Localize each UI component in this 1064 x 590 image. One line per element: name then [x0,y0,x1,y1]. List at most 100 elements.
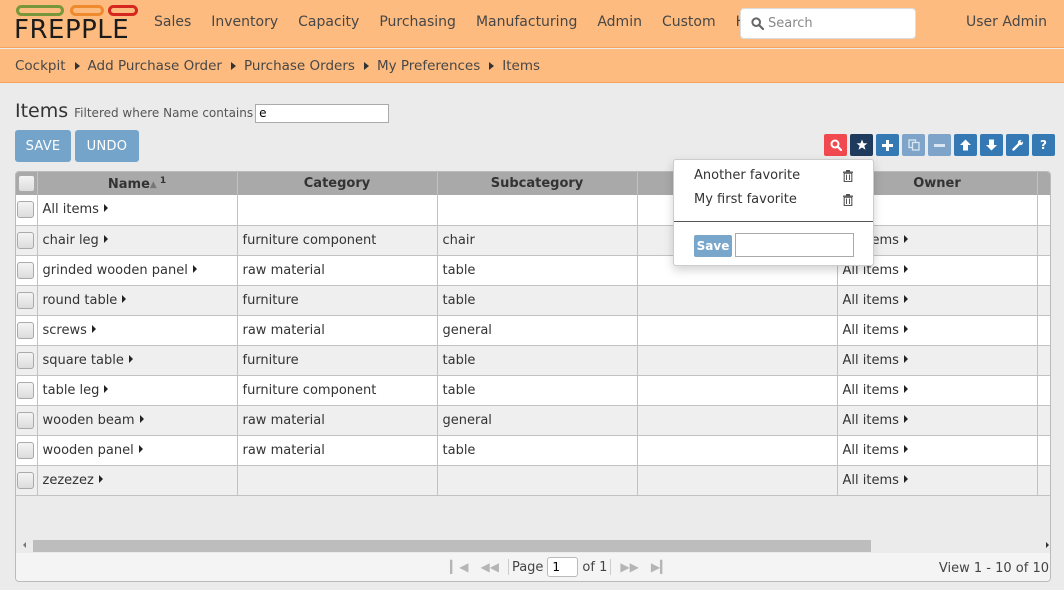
row-checkbox[interactable] [17,201,34,219]
table-row[interactable]: table leg furniture component table All ite… [16,375,1050,406]
cell-hidden-column[interactable] [637,435,838,466]
table-row[interactable]: wooden beam raw material general All items [16,405,1050,436]
column-header-name[interactable]: Name▲︎ 1 [37,172,238,195]
export-button[interactable] [980,134,1003,156]
menu-manufacturing[interactable]: Manufacturing [476,14,577,30]
drilldown-caret-icon[interactable] [903,474,908,483]
cell-extra[interactable] [1037,315,1050,346]
favorites-button[interactable] [850,134,873,156]
cell-extra[interactable] [1037,465,1050,496]
row-checkbox[interactable] [17,471,34,489]
table-row[interactable]: grinded wooden panel raw material table All… [16,255,1050,286]
drilldown-caret-icon[interactable] [903,264,908,273]
row-checkbox[interactable] [17,231,34,249]
drilldown-caret-icon[interactable] [91,324,96,333]
save-button[interactable]: SAVE [15,130,71,162]
cell-owner[interactable]: All items [837,465,1038,496]
row-checkbox[interactable] [17,291,34,309]
cell-extra[interactable] [1037,375,1050,406]
cell-hidden-column[interactable] [637,285,838,316]
cell-name[interactable]: round table [37,285,238,316]
cell-category[interactable] [237,195,438,226]
cell-name[interactable]: chair leg [37,225,238,256]
cell-name[interactable]: screws [37,315,238,346]
cell-owner[interactable]: All items [837,285,1038,316]
next-page-icon[interactable]: ▶▶ [620,560,638,574]
cell-subcategory[interactable]: general [437,315,638,346]
horizontal-scrollbar[interactable] [16,539,1050,553]
cell-owner[interactable]: All items [837,345,1038,376]
row-checkbox[interactable] [17,411,34,429]
cell-category[interactable]: furniture component [237,225,438,256]
menu-purchasing[interactable]: Purchasing [379,14,456,30]
menu-inventory[interactable]: Inventory [211,14,278,30]
cell-owner[interactable]: All items [837,315,1038,346]
drilldown-caret-icon[interactable] [103,234,108,243]
cell-name[interactable]: zezezez [37,465,238,496]
delete-button[interactable] [928,134,951,156]
drilldown-caret-icon[interactable] [192,264,197,273]
filter-search-button[interactable] [824,134,847,156]
cell-extra[interactable] [1037,225,1050,256]
menu-custom[interactable]: Custom [662,14,716,30]
cell-category[interactable]: furniture [237,285,438,316]
cell-name[interactable]: table leg [37,375,238,406]
configure-button[interactable] [1006,134,1029,156]
search-box[interactable] [740,8,916,39]
drilldown-caret-icon[interactable] [122,294,127,303]
cell-hidden-column[interactable] [637,315,838,346]
table-row[interactable]: square table furniture table All items [16,345,1050,376]
cell-owner[interactable]: All items [837,435,1038,466]
menu-admin[interactable]: Admin [597,14,642,30]
scrollbar-thumb[interactable] [33,540,871,552]
cell-category[interactable]: furniture component [237,375,438,406]
cell-subcategory[interactable]: table [437,255,638,286]
drilldown-caret-icon[interactable] [903,444,908,453]
cell-extra[interactable] [1037,195,1050,226]
cell-subcategory[interactable]: table [437,285,638,316]
cell-name[interactable]: All items [37,195,238,226]
drilldown-caret-icon[interactable] [138,444,143,453]
cell-category[interactable]: raw material [237,255,438,286]
breadcrumb-my-preferences[interactable]: My Preferences [377,58,480,74]
drilldown-caret-icon[interactable] [103,204,108,213]
trash-icon[interactable] [843,170,853,183]
scroll-right-icon[interactable] [1046,542,1049,548]
cell-subcategory[interactable]: chair [437,225,638,256]
favorite-item-another-favorite[interactable]: Another favorite [694,168,800,183]
breadcrumb-purchase-orders[interactable]: Purchase Orders [244,58,355,74]
copy-button[interactable] [902,134,925,156]
cell-owner[interactable]: All items [837,375,1038,406]
page-number-input[interactable] [547,557,579,577]
favorite-item-my-first-favorite[interactable]: My first favorite [694,192,797,207]
drilldown-caret-icon[interactable] [139,414,144,423]
cell-subcategory[interactable]: table [437,435,638,466]
menu-sales[interactable]: Sales [154,14,191,30]
row-checkbox[interactable] [17,441,34,459]
add-button[interactable] [876,134,899,156]
breadcrumb-items[interactable]: Items [502,58,540,74]
cell-name[interactable]: wooden beam [37,405,238,436]
import-button[interactable] [954,134,977,156]
first-page-icon[interactable]: ▎◀ [450,560,468,574]
cell-subcategory[interactable] [437,465,638,496]
help-button[interactable]: ? [1032,134,1055,156]
drilldown-caret-icon[interactable] [128,354,133,363]
cell-category[interactable]: raw material [237,315,438,346]
cell-hidden-column[interactable] [637,375,838,406]
cell-subcategory[interactable]: general [437,405,638,436]
cell-name[interactable]: grinded wooden panel [37,255,238,286]
cell-category[interactable]: raw material [237,435,438,466]
cell-category[interactable]: raw material [237,405,438,436]
save-favorite-button[interactable]: Save [694,235,732,257]
table-row[interactable]: screws raw material general All items [16,315,1050,346]
breadcrumb-cockpit[interactable]: Cockpit [15,58,66,74]
favorite-name-input[interactable] [735,233,854,257]
cell-subcategory[interactable] [437,195,638,226]
cell-subcategory[interactable]: table [437,375,638,406]
cell-hidden-column[interactable] [637,405,838,436]
cell-extra[interactable] [1037,435,1050,466]
table-row[interactable]: round table furniture table All items [16,285,1050,316]
prev-page-icon[interactable]: ◀◀ [480,560,498,574]
drilldown-caret-icon[interactable] [903,234,908,243]
